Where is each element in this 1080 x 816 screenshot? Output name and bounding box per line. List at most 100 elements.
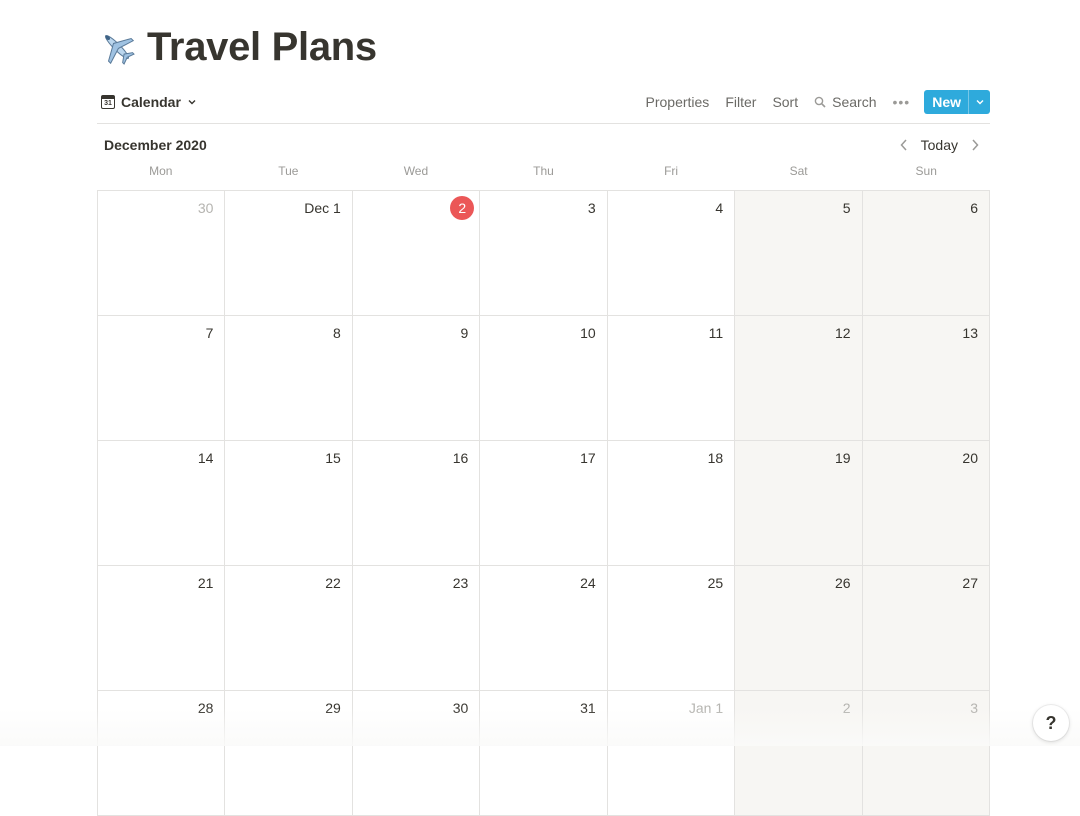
calendar-day[interactable]: 7 (98, 316, 226, 441)
day-number: Jan 1 (688, 700, 724, 716)
weekday-label: Wed (403, 164, 429, 178)
calendar-day[interactable]: 10 (480, 316, 608, 441)
previous-month-button[interactable] (895, 134, 913, 156)
weekday-header: Mon Tue Wed Thu Fri Sat Sun (97, 164, 990, 184)
search-label: Search (832, 94, 877, 110)
calendar-day[interactable]: 20 (862, 441, 990, 566)
filter-button[interactable]: Filter (717, 88, 764, 116)
day-number: 9 (460, 325, 469, 341)
weekday-label: Mon (149, 164, 173, 178)
day-number: 6 (970, 200, 978, 216)
weekday-label: Fri (664, 164, 679, 178)
calendar-day[interactable]: 11 (607, 316, 736, 441)
day-number: 10 (580, 325, 596, 341)
day-number: 13 (962, 325, 978, 341)
day-number: 29 (325, 700, 341, 716)
day-number: 19 (834, 450, 851, 466)
calendar-day[interactable]: 27 (862, 566, 990, 691)
day-number: 25 (707, 575, 724, 591)
database-toolbar: 31 Calendar Properties Filter Sort Searc… (97, 88, 990, 116)
calendar-day[interactable]: 15 (225, 441, 353, 566)
day-number: 26 (834, 575, 851, 591)
chevron-right-icon (972, 139, 979, 151)
sort-button[interactable]: Sort (764, 88, 806, 116)
day-number: 14 (197, 450, 214, 466)
properties-button[interactable]: Properties (638, 88, 718, 116)
chevron-left-icon (900, 139, 907, 151)
calendar-day[interactable]: 25 (607, 566, 736, 691)
calendar-day[interactable]: 13 (862, 316, 990, 441)
day-number: 27 (962, 575, 978, 591)
day-number: 8 (333, 325, 341, 341)
calendar-day[interactable]: 22 (225, 566, 353, 691)
help-button[interactable]: ? (1033, 705, 1069, 741)
calendar-day[interactable]: 30 (352, 691, 481, 816)
next-month-button[interactable] (966, 134, 984, 156)
calendar-day[interactable]: 9 (352, 316, 481, 441)
calendar-day[interactable]: 12 (735, 316, 863, 441)
view-label: Calendar (121, 94, 181, 110)
day-number: 3 (587, 200, 596, 216)
calendar-day[interactable]: 4 (607, 191, 736, 316)
calendar-day[interactable]: 2 (735, 691, 863, 816)
weekday-label: Thu (533, 164, 554, 178)
calendar-day[interactable]: 3 (480, 191, 608, 316)
calendar-day[interactable]: 30 (98, 191, 226, 316)
view-switcher[interactable]: 31 Calendar (97, 88, 201, 116)
weekday-label: Sun (915, 164, 937, 178)
calendar-day[interactable]: 16 (352, 441, 481, 566)
day-number: 17 (580, 450, 596, 466)
day-number: 18 (707, 450, 724, 466)
day-number: 30 (197, 200, 214, 216)
calendar-day[interactable]: 29 (225, 691, 353, 816)
calendar-day[interactable]: Dec 1 (225, 191, 353, 316)
day-number: 20 (962, 450, 978, 466)
month-header: December 2020 Today (97, 132, 990, 158)
chevron-down-icon (188, 100, 196, 105)
page-header: Travel Plans (97, 22, 377, 72)
day-number: 23 (452, 575, 469, 591)
calendar-day[interactable]: 24 (480, 566, 608, 691)
day-number: Dec 1 (304, 200, 341, 216)
new-button[interactable]: New (924, 90, 968, 114)
calendar-day[interactable]: 28 (98, 691, 226, 816)
weekday-label: Tue (278, 164, 299, 178)
day-number: 16 (452, 450, 469, 466)
calendar-day[interactable]: 18 (607, 441, 736, 566)
calendar-day[interactable]: 3 (862, 691, 990, 816)
calendar-day[interactable]: 8 (225, 316, 353, 441)
calendar-day[interactable]: 17 (480, 441, 608, 566)
page-title[interactable]: Travel Plans (147, 25, 377, 70)
more-options-icon[interactable]: ••• (884, 88, 918, 116)
calendar-day[interactable]: 14 (98, 441, 226, 566)
calendar-day[interactable]: 26 (735, 566, 863, 691)
calendar-day[interactable]: 6 (862, 191, 990, 316)
today-button[interactable]: Today (917, 137, 962, 153)
calendar-grid: 30 Dec 1 2 3 4 5 6 7 8 9 10 11 12 13 14 15 16 17 18 19 20 21 2… (97, 190, 990, 816)
calendar-day[interactable]: 19 (735, 441, 863, 566)
day-number: 12 (834, 325, 851, 341)
month-title: December 2020 (104, 137, 207, 153)
airplane-icon (97, 27, 137, 67)
calendar-day-today[interactable]: 2 (352, 191, 481, 316)
new-options-button[interactable] (968, 90, 990, 114)
chevron-down-icon (976, 100, 983, 105)
day-number: 31 (580, 700, 596, 716)
day-number: 5 (842, 200, 851, 216)
search-button[interactable]: Search (806, 88, 884, 116)
day-number: 11 (708, 325, 724, 341)
weekday-label: Sat (789, 164, 808, 178)
new-button-group: New (924, 90, 990, 114)
day-number: 4 (715, 200, 724, 216)
calendar-day[interactable]: Jan 1 (607, 691, 736, 816)
day-number: 15 (325, 450, 341, 466)
calendar-day[interactable]: 31 (480, 691, 608, 816)
day-number: 3 (970, 700, 978, 716)
calendar-day[interactable]: 23 (352, 566, 481, 691)
calendar-day[interactable]: 5 (735, 191, 863, 316)
toolbar-divider (97, 123, 990, 124)
calendar-day[interactable]: 21 (98, 566, 226, 691)
day-number: 28 (197, 700, 214, 716)
day-number: 21 (197, 575, 214, 591)
month-navigation: Today (895, 134, 990, 156)
